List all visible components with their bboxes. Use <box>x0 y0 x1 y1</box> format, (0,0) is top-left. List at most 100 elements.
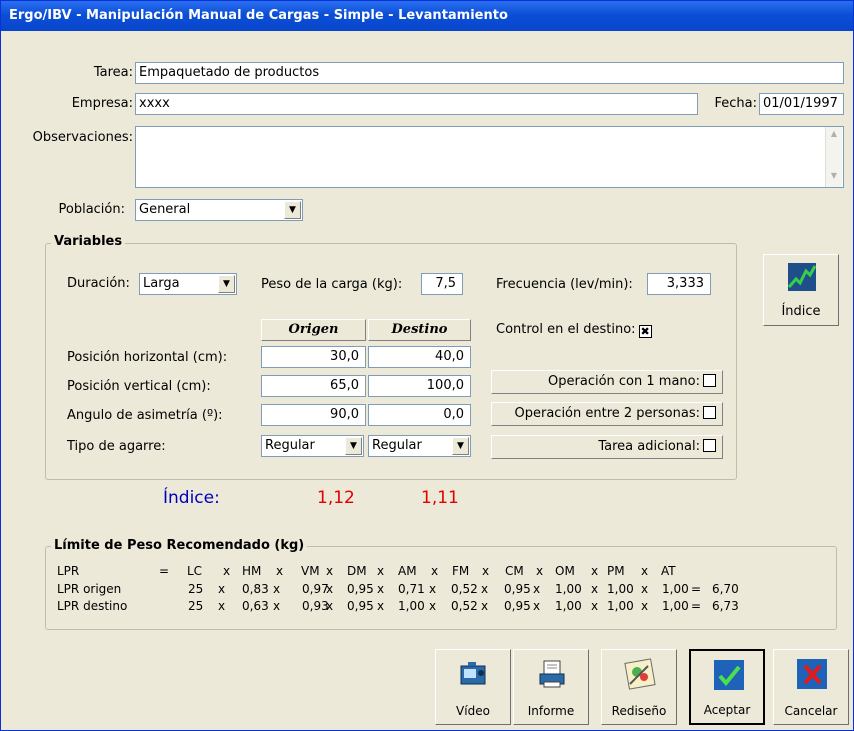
tarea-adicional-checkbox[interactable] <box>703 439 716 452</box>
asimetria-destino-input[interactable]: 0,0 <box>368 404 471 426</box>
empresa-label: Empresa: <box>71 96 133 111</box>
pos-horizontal-origen-input[interactable]: 30,0 <box>261 346 366 368</box>
lpr-header-cell: x <box>591 564 599 578</box>
lpr-destino-cell: 0,95 <box>347 599 374 613</box>
lpr-origen-cell: 1,00 <box>555 582 582 596</box>
redesign-icon <box>624 658 656 690</box>
lpr-header-cell: = <box>159 564 170 578</box>
chevron-down-icon[interactable]: ▼ <box>452 437 469 455</box>
lpr-header-cell: x <box>431 564 439 578</box>
lpr-header-cell: AT <box>661 564 676 578</box>
lpr-header-cell: PM <box>607 564 625 578</box>
fecha-input[interactable]: 01/01/1997 <box>759 93 844 115</box>
lpr-origen-cell: x <box>429 582 437 596</box>
operacion-1-mano-label: Operación con 1 mano: <box>548 374 700 389</box>
lpr-origen-cell: x <box>218 582 226 596</box>
cancelar-button[interactable]: Cancelar <box>773 649 849 725</box>
printer-icon <box>539 660 565 688</box>
lpr-origen-cell: 0,97 <box>302 582 329 596</box>
agarre-origen-select[interactable]: Regular ▼ <box>261 435 364 457</box>
pos-horizontal-destino-input[interactable]: 40,0 <box>368 346 471 368</box>
lpr-destino-cell: x <box>591 599 599 613</box>
lpr-destino-cell: 1,00 <box>555 599 582 613</box>
lpr-destino-cell: 0,52 <box>451 599 478 613</box>
lpr-origen-cell: x <box>481 582 489 596</box>
informe-button[interactable]: Informe <box>513 649 589 725</box>
scroll-down-icon[interactable]: ▼ <box>827 171 841 185</box>
tarea-input[interactable]: Empaquetado de productos <box>135 62 844 84</box>
operacion-2-personas-toggle[interactable]: Operación entre 2 personas: <box>491 402 723 426</box>
empresa-input[interactable]: xxxx <box>135 93 698 115</box>
indice-button-label: Índice <box>781 304 821 319</box>
lpr-header-cell: OM <box>555 564 575 578</box>
indice-label: Índice: <box>163 488 220 508</box>
lpr-destino-cell: 0,95 <box>504 599 531 613</box>
video-button-label: Vídeo <box>456 704 490 718</box>
frecuencia-input[interactable]: 3,333 <box>647 273 711 295</box>
asimetria-origen-input[interactable]: 90,0 <box>261 404 366 426</box>
tarea-adicional-toggle[interactable]: Tarea adicional: <box>491 435 723 459</box>
lpr-header-cell: VM <box>301 564 320 578</box>
rediseno-button[interactable]: Rediseño <box>601 649 677 725</box>
observaciones-textarea[interactable] <box>135 126 844 188</box>
lpr-header-cell: x <box>482 564 490 578</box>
lpr-header-cell: x <box>223 564 231 578</box>
asimetria-label: Angulo de asimetría (º): <box>67 408 223 423</box>
duracion-value: Larga <box>143 276 180 291</box>
control-destino-label: Control en el destino: <box>496 322 636 337</box>
agarre-label: Tipo de agarre: <box>67 439 166 454</box>
lpr-header-cell: x <box>326 564 334 578</box>
lpr-header-cell: LC <box>187 564 203 578</box>
tarea-adicional-label: Tarea adicional: <box>598 439 700 454</box>
video-button[interactable]: Vídeo <box>435 649 511 725</box>
lpr-header-cell: CM <box>505 564 524 578</box>
pos-vertical-destino-input[interactable]: 100,0 <box>368 375 471 397</box>
chevron-down-icon[interactable]: ▼ <box>218 275 235 293</box>
lpr-header-cell: FM <box>452 564 470 578</box>
pos-vertical-origen-input[interactable]: 65,0 <box>261 375 366 397</box>
lpr-origen-cell: 1,00 <box>607 582 634 596</box>
destino-header: Destino <box>368 319 471 341</box>
informe-button-label: Informe <box>527 704 575 718</box>
lpr-origen-cell: x <box>326 582 334 596</box>
observaciones-label: Observaciones: <box>32 130 133 145</box>
lpr-destino-cell: x <box>429 599 437 613</box>
lpr-destino-cell: LPR destino <box>57 599 128 613</box>
frecuencia-label: Frecuencia (lev/min): <box>496 277 633 292</box>
variables-legend: Variables <box>51 234 126 250</box>
poblacion-value: General <box>139 202 191 217</box>
chevron-down-icon[interactable]: ▼ <box>284 201 301 219</box>
lpr-destino-cell: x <box>377 599 385 613</box>
lpr-header-cell: DM <box>347 564 367 578</box>
indice-button[interactable]: Índice <box>763 254 839 326</box>
operacion-2-personas-checkbox[interactable] <box>703 406 716 419</box>
observaciones-scrollbar[interactable]: ▲ ▼ <box>825 127 842 187</box>
lpr-destino-cell: 0,93 <box>302 599 329 613</box>
agarre-destino-select[interactable]: Regular ▼ <box>368 435 471 457</box>
operacion-1-mano-toggle[interactable]: Operación con 1 mano: <box>491 370 723 394</box>
scroll-up-icon[interactable]: ▲ <box>827 129 841 143</box>
lpr-destino-cell: x <box>218 599 226 613</box>
lpr-origen-cell: 0,52 <box>451 582 478 596</box>
peso-label: Peso de la carga (kg): <box>261 277 403 292</box>
indice-destino-value: 1,11 <box>421 488 459 508</box>
duracion-select[interactable]: Larga ▼ <box>139 273 237 295</box>
lpr-destino-cell: 6,73 <box>712 599 739 613</box>
lpr-header-cell: AM <box>398 564 417 578</box>
peso-input[interactable]: 7,5 <box>421 273 463 295</box>
lpr-header-cell: x <box>641 564 649 578</box>
chevron-down-icon[interactable]: ▼ <box>345 437 362 455</box>
close-icon <box>797 659 827 689</box>
lpr-destino-cell: x <box>481 599 489 613</box>
lpr-destino-cell: 0,63 <box>242 599 269 613</box>
control-destino-checkbox[interactable]: ✖ <box>638 325 652 338</box>
operacion-1-mano-checkbox[interactable] <box>703 374 716 387</box>
lpr-origen-cell: = <box>691 582 702 596</box>
poblacion-label: Población: <box>58 202 126 217</box>
lpr-destino-cell: 1,00 <box>398 599 425 613</box>
lpr-destino-cell: 25 <box>188 599 204 613</box>
aceptar-button[interactable]: Aceptar <box>689 649 765 725</box>
poblacion-select[interactable]: General ▼ <box>135 199 303 221</box>
origen-header: Origen <box>261 319 366 341</box>
pos-vertical-label: Posición vertical (cm): <box>67 379 211 394</box>
